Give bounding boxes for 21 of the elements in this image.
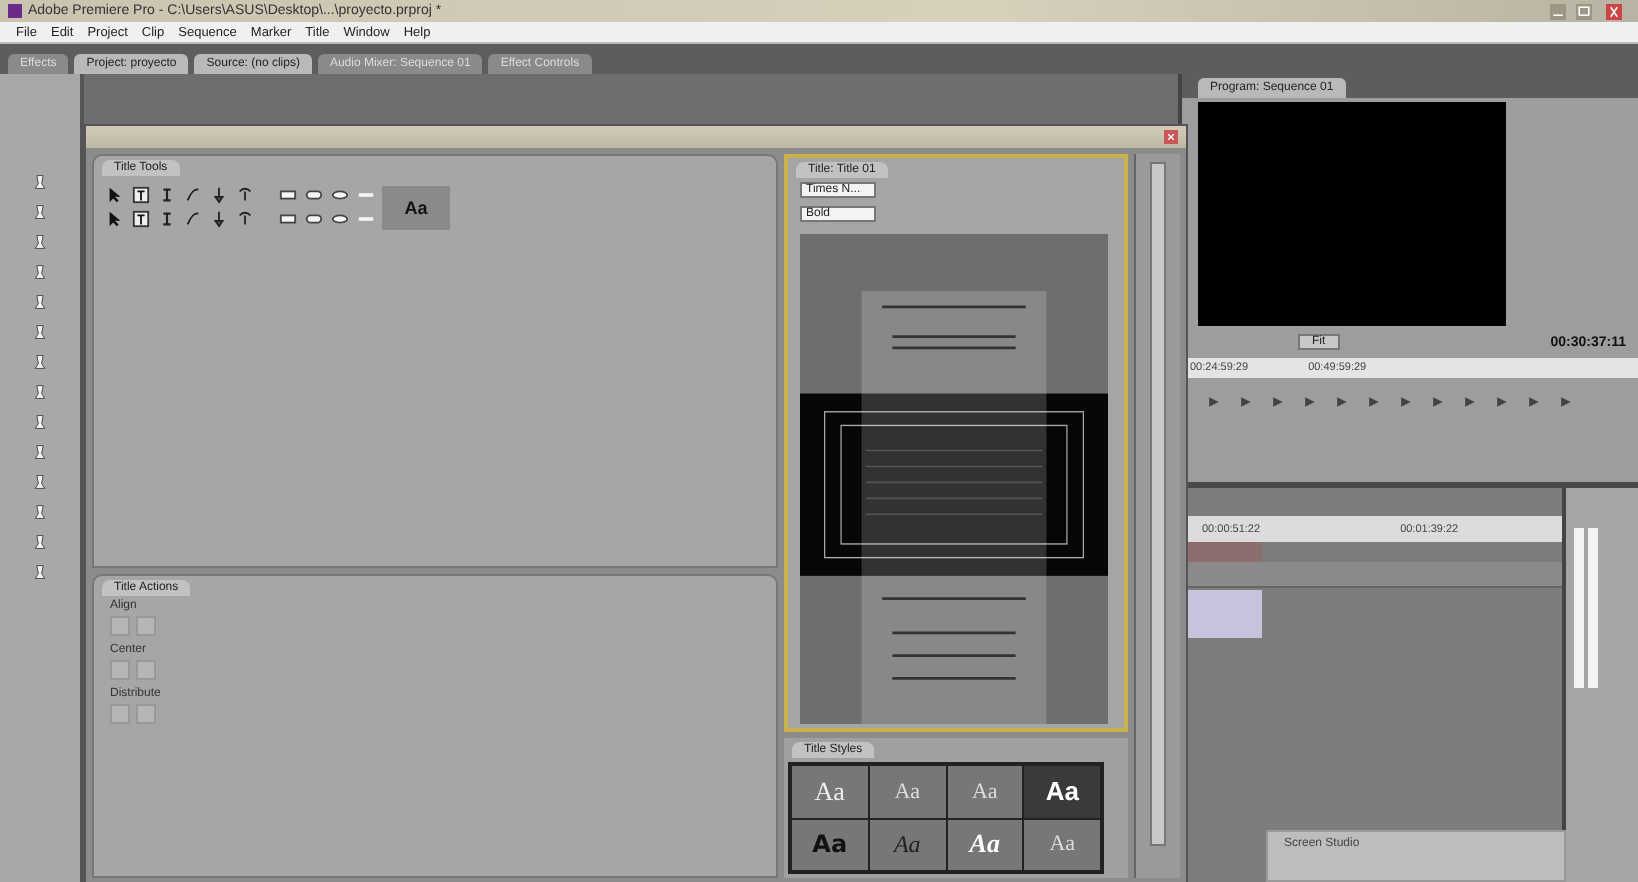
close-icon[interactable]: [1162, 130, 1180, 144]
style-swatch[interactable]: Aa: [792, 819, 868, 870]
tool-icon[interactable]: [158, 186, 176, 204]
app-icon: [8, 4, 22, 18]
style-swatch[interactable]: Aa: [869, 819, 945, 870]
style-sample: Aa: [382, 185, 450, 229]
clip[interactable]: [1182, 590, 1262, 638]
tool-icon[interactable]: [158, 210, 176, 228]
style-swatch[interactable]: Aa: [1024, 766, 1100, 817]
tool-icon[interactable]: [236, 210, 254, 228]
minimize-icon[interactable]: [1546, 3, 1570, 19]
maximize-icon[interactable]: [1572, 3, 1596, 19]
tool-icon[interactable]: [236, 186, 254, 204]
tool-icon[interactable]: [210, 186, 228, 204]
style-swatch[interactable]: Aa: [792, 766, 868, 817]
style-swatch[interactable]: Aa: [947, 819, 1023, 870]
tool-icon[interactable]: [132, 186, 150, 204]
tool-icon[interactable]: [210, 210, 228, 228]
tool-icon[interactable]: [132, 210, 150, 228]
work-area-bar: [1182, 542, 1262, 562]
scroll-bar[interactable]: [1150, 162, 1166, 846]
